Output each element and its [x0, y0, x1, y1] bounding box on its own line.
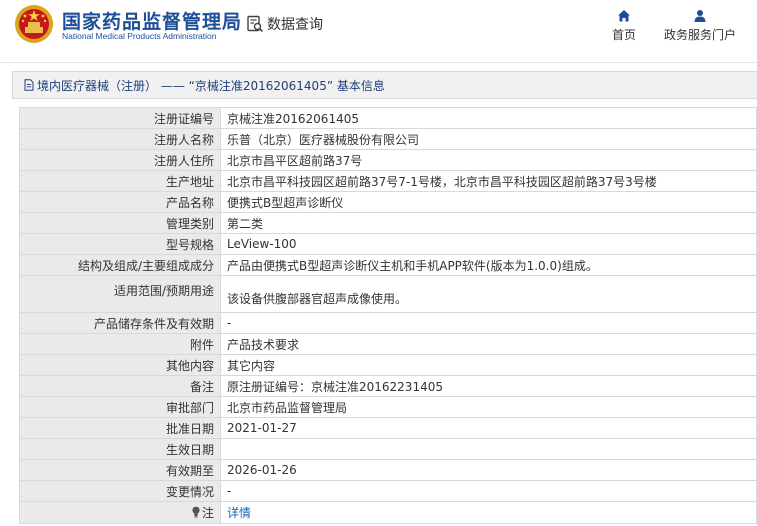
field-value: 原注册证编号：京械注准20162231405: [220, 375, 757, 397]
site-header: 国家药品监督管理局 National Medical Products Admi…: [0, 0, 757, 52]
field-label: 其他内容: [19, 354, 221, 376]
field-label: 附件: [19, 333, 221, 355]
field-value: -: [220, 480, 757, 502]
field-value: 京械注准20162061405: [220, 107, 757, 129]
table-row: 管理类别 第二类: [19, 212, 757, 234]
home-icon: [618, 10, 630, 22]
data-query-label: 数据查询: [267, 17, 323, 33]
document-search-icon: [247, 15, 264, 33]
user-icon: [694, 10, 706, 22]
field-label: 生产地址: [19, 170, 221, 192]
field-value: 北京市昌平科技园区超前路37号7-1号楼，北京市昌平科技园区超前路37号3号楼: [220, 170, 757, 192]
table-row-note: 注详情: [19, 501, 757, 524]
field-value: LeView-100: [220, 233, 757, 255]
header-divider: [0, 62, 757, 63]
field-label: 生效日期: [19, 438, 221, 460]
field-label: 备注: [19, 375, 221, 397]
field-value: 北京市昌平区超前路37号: [220, 149, 757, 171]
field-value: 该设备供腹部器官超声成像使用。: [220, 275, 757, 313]
national-emblem-icon: [15, 5, 53, 43]
field-label: 批准日期: [19, 417, 221, 439]
registration-detail-table: 注册证编号 京械注准20162061405 注册人名称 乐普（北京）医疗器械股份有限公…: [19, 107, 757, 524]
note-value-cell: 详情: [220, 501, 757, 524]
table-row: 附件 产品技术要求: [19, 333, 757, 355]
field-label: 有效期至: [19, 459, 221, 481]
lightbulb-icon: [192, 506, 200, 518]
note-label: 注: [201, 505, 214, 520]
field-label: 审批部门: [19, 396, 221, 418]
nav-service-portal-label: 政务服务门户: [663, 28, 736, 42]
table-row: 批准日期 2021-01-27: [19, 417, 757, 439]
field-label: 产品储存条件及有效期: [19, 312, 221, 334]
table-row: 有效期至 2026-01-26: [19, 459, 757, 481]
table-row: 生效日期: [19, 438, 757, 460]
field-label: 适用范围/预期用途: [19, 275, 221, 313]
table-row: 注册人住所 北京市昌平区超前路37号: [19, 149, 757, 171]
field-value: 第二类: [220, 212, 757, 234]
nav-home-label: 首页: [611, 28, 636, 42]
nav-home[interactable]: 首页: [610, 8, 638, 43]
site-logo-subtitle: National Medical Products Administration: [62, 31, 217, 41]
table-row: 备注 原注册证编号：京械注准20162231405: [19, 375, 757, 397]
table-row: 注册证编号 京械注准20162061405: [19, 107, 757, 129]
field-value: 2021-01-27: [220, 417, 757, 439]
field-label: 管理类别: [19, 212, 221, 234]
note-label-cell: 注: [19, 501, 221, 524]
record-title-bar: 境内医疗器械（注册） —— “京械注准20162061405” 基本信息: [12, 71, 757, 99]
table-row: 结构及组成/主要组成成分 产品由便携式B型超声诊断仪主机和手机APP软件(版本为1…: [19, 254, 757, 276]
field-value: 北京市药品监督管理局: [220, 396, 757, 418]
field-label: 注册人住所: [19, 149, 221, 171]
field-value: 产品技术要求: [220, 333, 757, 355]
table-row: 其他内容 其它内容: [19, 354, 757, 376]
field-value: -: [220, 312, 757, 334]
table-row: 产品名称 便携式B型超声诊断仪: [19, 191, 757, 213]
table-row: 注册人名称 乐普（北京）医疗器械股份有限公司: [19, 128, 757, 150]
field-value: 2026-01-26: [220, 459, 757, 481]
field-label: 型号规格: [19, 233, 221, 255]
field-label: 变更情况: [19, 480, 221, 502]
table-row: 适用范围/预期用途 该设备供腹部器官超声成像使用。: [19, 275, 757, 313]
field-label: 结构及组成/主要组成成分: [19, 254, 221, 276]
field-label: 产品名称: [19, 191, 221, 213]
field-label: 注册证编号: [19, 107, 221, 129]
table-row: 生产地址 北京市昌平科技园区超前路37号7-1号楼，北京市昌平科技园区超前路37号…: [19, 170, 757, 192]
field-value: 其它内容: [220, 354, 757, 376]
document-icon: [24, 79, 34, 91]
field-value: [220, 438, 757, 460]
field-value: 乐普（北京）医疗器械股份有限公司: [220, 128, 757, 150]
table-row: 产品储存条件及有效期 -: [19, 312, 757, 334]
table-row: 审批部门 北京市药品监督管理局: [19, 396, 757, 418]
field-value: 产品由便携式B型超声诊断仪主机和手机APP软件(版本为1.0.0)组成。: [220, 254, 757, 276]
field-value: 便携式B型超声诊断仪: [220, 191, 757, 213]
data-query-link[interactable]: 数据查询: [246, 14, 323, 34]
record-title-text: 境内医疗器械（注册） —— “京械注准20162061405” 基本信息: [37, 78, 385, 93]
nav-service-portal[interactable]: 政务服务门户: [660, 8, 740, 43]
table-row: 型号规格 LeView-100: [19, 233, 757, 255]
field-label: 注册人名称: [19, 128, 221, 150]
details-link[interactable]: 详情: [227, 506, 251, 520]
table-row: 变更情况 -: [19, 480, 757, 502]
site-logo-title[interactable]: 国家药品监督管理局: [62, 7, 242, 34]
